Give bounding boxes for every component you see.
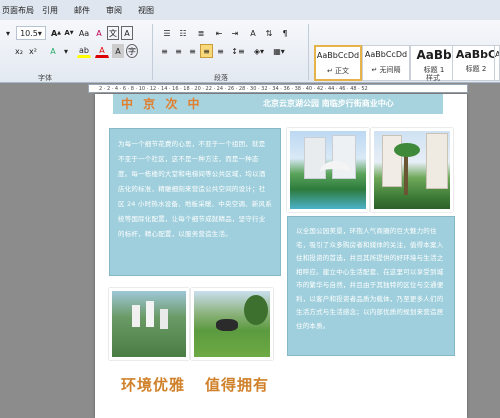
- tab-mailings[interactable]: 邮件: [74, 5, 90, 16]
- palm-leaves: [394, 143, 420, 157]
- panel-left-text: 为每一个细节花费的心思，不亚于一个组团，就是不亚于一个社区，这不是一种方法，而是…: [118, 140, 272, 238]
- building-shape: [382, 135, 402, 187]
- change-case-icon[interactable]: Aa: [77, 26, 91, 40]
- style-name: ↵ 无间隔: [371, 66, 401, 74]
- font-name-dropdown[interactable]: ▾: [2, 26, 14, 40]
- ribbon-tab-bar: 页面布局 引用 邮件 审阅 视图: [0, 0, 500, 21]
- style-sample: A: [495, 50, 499, 59]
- sculpture-shape: [216, 319, 238, 331]
- group-label-paragraph: 段落: [214, 74, 228, 82]
- style-normal[interactable]: AaBbCcDd ↵ 正文: [314, 45, 362, 81]
- chevron-down-icon[interactable]: ▾: [62, 44, 70, 58]
- style-sample: AaBbCcDd: [364, 50, 408, 59]
- shading-icon[interactable]: ◈▾: [252, 44, 266, 58]
- font-shrink-icon[interactable]: A ▼: [63, 26, 75, 40]
- align-right-icon[interactable]: ≡: [186, 44, 199, 58]
- show-marks-icon[interactable]: ¶: [278, 26, 292, 40]
- phonetic-guide-icon[interactable]: 文: [107, 26, 119, 40]
- style-name: 标题 2: [465, 65, 487, 73]
- multilevel-list-icon[interactable]: ≣: [194, 26, 208, 40]
- style-heading-2[interactable]: AaBbC 标题 2: [452, 45, 500, 81]
- decrease-indent-icon[interactable]: ⇤: [212, 26, 226, 40]
- building-shape: [160, 309, 168, 329]
- slogan-environment: 环境优雅: [121, 376, 186, 394]
- font-size-value: 10.5: [20, 28, 38, 38]
- numbering-icon[interactable]: ☷: [176, 26, 190, 40]
- header-left-title: 中 京 次 中: [121, 97, 203, 111]
- highlight-icon[interactable]: ab: [77, 44, 91, 58]
- style-sample: AaBb: [416, 48, 452, 62]
- text-panel-left[interactable]: 为每一个细节花费的心思，不亚于一个组团，就是不亚于一个社区，这不是一种方法，而是…: [109, 128, 281, 276]
- tab-review[interactable]: 审阅: [106, 5, 122, 16]
- group-separator: [308, 24, 309, 80]
- line-spacing-icon[interactable]: ↕≡: [230, 44, 246, 58]
- tree-shape: [244, 295, 268, 325]
- font-grow-icon[interactable]: A ▲: [50, 26, 62, 40]
- font-size-select[interactable]: 10.5 ▾: [16, 26, 46, 40]
- lawn-sculpture-photo: [191, 288, 273, 360]
- panel-right-text: 以全国公园美景，环抱人气商圈的巨大魅力的住宅，吸引了众多购房者和媒体的关注，值得…: [296, 227, 444, 330]
- resort-pool-photo: [287, 128, 369, 212]
- distributed-icon[interactable]: ≡: [214, 44, 227, 58]
- style-name: ↵ 正文: [326, 67, 350, 75]
- align-left-icon[interactable]: ≡: [158, 44, 171, 58]
- building-shape: [426, 133, 448, 189]
- clear-format-icon[interactable]: A: [93, 26, 105, 40]
- ribbon: ▾ 10.5 ▾ A ▲ A ▼ Aa A 文 A x₂ x² A ▾ ab A A …: [0, 20, 500, 83]
- group-label-font: 字体: [38, 74, 52, 82]
- style-sample: AaBbCcDd: [316, 51, 360, 60]
- slogan-worth: 值得拥有: [205, 376, 270, 394]
- building-shape: [146, 301, 154, 327]
- style-sample: AaBbC: [455, 48, 497, 61]
- palm-towers-photo: [371, 128, 453, 212]
- char-border-icon[interactable]: A: [121, 26, 133, 40]
- subscript-icon[interactable]: x₂: [14, 44, 24, 58]
- font-color-icon[interactable]: A: [95, 44, 109, 58]
- text-panel-right[interactable]: 以全国公园美景，环抱人气商圈的巨大魅力的住宅，吸引了众多购房者和媒体的关注，值得…: [287, 216, 455, 356]
- canopy-shape: [320, 161, 350, 183]
- sort-icon[interactable]: ⇅: [262, 26, 276, 40]
- header-band: 中 京 次 中 北京云京湖公园 南临步行街商业中心: [113, 94, 443, 114]
- char-shading-icon[interactable]: A: [112, 44, 124, 58]
- building-shape: [132, 305, 140, 327]
- borders-icon[interactable]: ▦▾: [272, 44, 286, 58]
- ruler-numbers: 2 · 2 · 4 · 6 · 8 · 10 · 12 · 14 · 16 · …: [99, 85, 453, 92]
- text-effects-icon[interactable]: A: [46, 44, 60, 58]
- style-title[interactable]: A: [494, 45, 500, 81]
- tab-page-layout[interactable]: 页面布局: [2, 5, 34, 16]
- increase-indent-icon[interactable]: ⇥: [228, 26, 242, 40]
- superscript-icon[interactable]: x²: [27, 44, 39, 58]
- enclose-char-icon[interactable]: 字: [126, 44, 138, 58]
- header-right-title: 北京云京湖公园 南临步行街商业中心: [263, 99, 394, 108]
- horizontal-ruler[interactable]: 2 · 2 · 4 · 6 · 8 · 10 · 12 · 14 · 16 · …: [88, 84, 468, 93]
- align-center-icon[interactable]: ≡: [172, 44, 185, 58]
- chinese-layout-icon[interactable]: A: [246, 26, 260, 40]
- document-page[interactable]: 中 京 次 中 北京云京湖公园 南临步行街商业中心 为每一个细节花费的心思，不亚…: [95, 94, 467, 418]
- aerial-community-photo: [109, 288, 189, 360]
- style-no-spacing[interactable]: AaBbCcDd ↵ 无间隔: [362, 45, 410, 81]
- justify-icon[interactable]: ≡: [200, 44, 213, 58]
- bullets-icon[interactable]: ☰: [160, 26, 174, 40]
- chevron-down-icon: ▾: [37, 28, 42, 38]
- group-separator: [152, 24, 153, 80]
- tab-view[interactable]: 视图: [138, 5, 154, 16]
- tab-references[interactable]: 引用: [42, 5, 58, 16]
- group-label-styles: 样式: [426, 74, 440, 82]
